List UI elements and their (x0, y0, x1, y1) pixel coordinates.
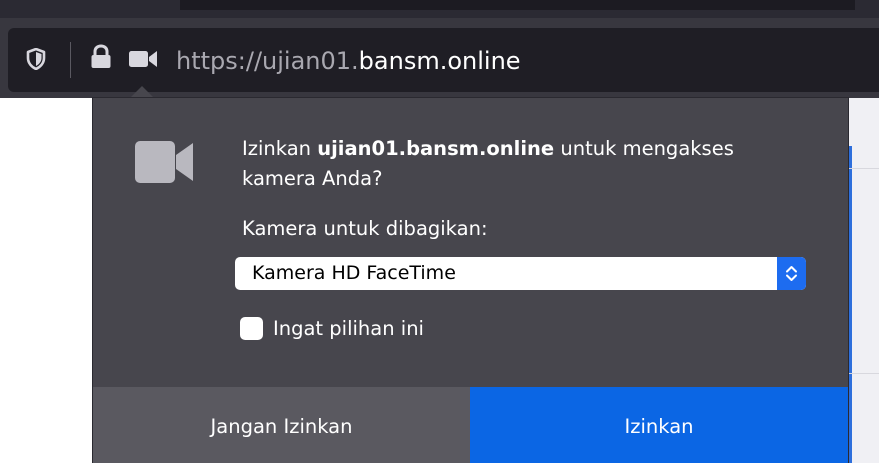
prompt-host: ujian01.bansm.online (317, 137, 555, 160)
url-domain: bansm.online (358, 47, 521, 75)
camera-icon (135, 139, 193, 189)
prompt-prefix: Izinkan (242, 137, 318, 160)
page-background (849, 98, 879, 463)
url-prefix: https://ujian01. (176, 47, 359, 75)
url-text[interactable]: https://ujian01.bansm.online (176, 44, 521, 78)
remember-checkbox[interactable] (240, 317, 263, 340)
remember-label[interactable]: Ingat pilihan ini (273, 316, 424, 342)
camera-select-value: Kamera HD FaceTime (252, 262, 456, 284)
lock-icon[interactable] (89, 44, 113, 74)
page-rule (849, 373, 879, 374)
camera-select-label: Kamera untuk dibagikan: (242, 217, 488, 240)
chevron-up-down-icon[interactable] (777, 257, 806, 290)
deny-button[interactable]: Jangan Izinkan (93, 387, 470, 463)
permission-prompt-text: Izinkan ujian01.bansm.online untuk menga… (242, 134, 812, 194)
shield-icon[interactable] (26, 47, 46, 74)
browser-window: https://ujian01.bansm.online Izinkan uji… (0, 0, 879, 463)
active-tab-edge (180, 0, 855, 10)
camera-icon[interactable] (128, 49, 158, 73)
allow-button[interactable]: Izinkan (470, 387, 848, 463)
camera-select[interactable]: Kamera HD FaceTime (235, 257, 806, 290)
urlbar-separator (70, 42, 71, 78)
page-accent-line (849, 146, 852, 463)
page-rule (849, 168, 879, 169)
tab-strip (0, 0, 879, 18)
